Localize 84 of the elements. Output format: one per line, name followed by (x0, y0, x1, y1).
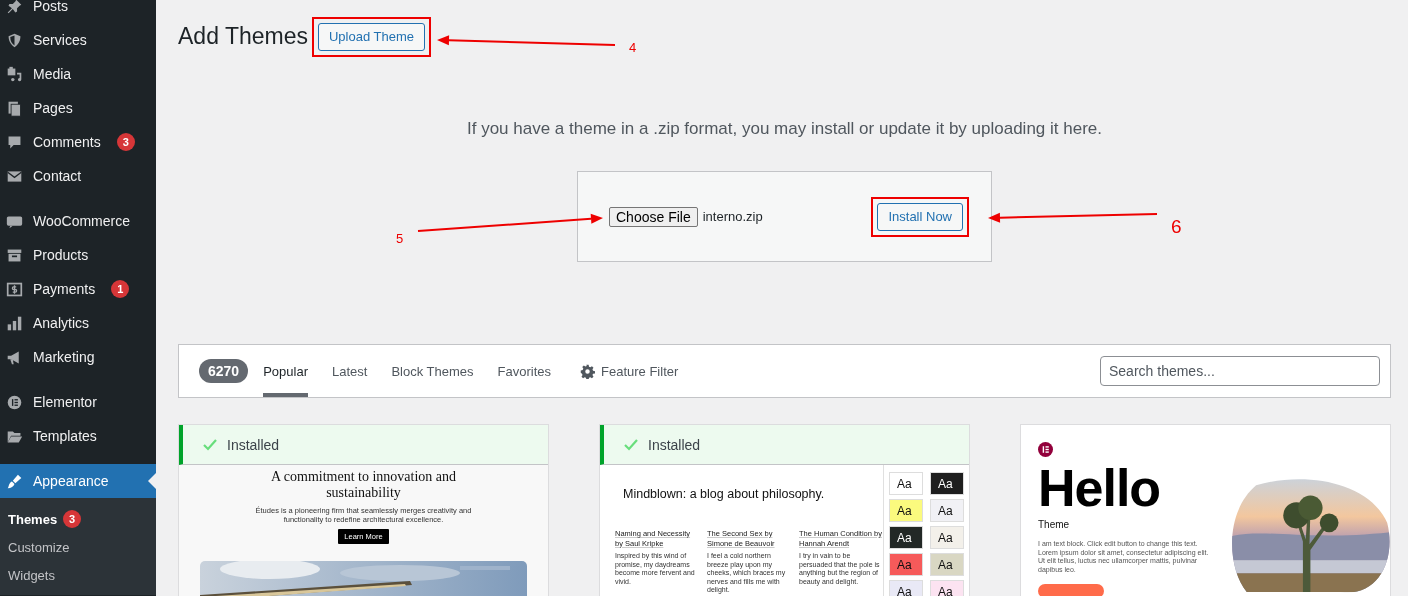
submenu-item[interactable]: Widgets (0, 561, 156, 589)
choose-file-button[interactable]: Choose File (609, 206, 698, 227)
sidebar-item[interactable]: Contact (0, 159, 156, 193)
sidebar-label: Comments (33, 134, 101, 150)
submenu-item[interactable]: Customize (0, 533, 156, 561)
preview-heading: Hello (1038, 465, 1162, 511)
count-badge: 3 (116, 133, 135, 151)
sidebar-item[interactable]: Elementor (0, 385, 156, 419)
sidebar-item[interactable]: Products (0, 238, 156, 272)
sidebar-label: Products (33, 247, 89, 263)
style-swatch: Aa (889, 553, 923, 576)
settings-icon (580, 363, 595, 379)
style-swatch: Aa (889, 472, 923, 495)
annotation-number: 6 (1171, 216, 1182, 237)
theme-count: 6270 (199, 359, 249, 383)
sidebar-item[interactable]: Media (0, 57, 156, 91)
style-swatch: Aa (889, 499, 923, 522)
sidebar-item[interactable]: Templates (0, 419, 156, 453)
elementor-icon (6, 393, 23, 411)
pages-icon (6, 99, 23, 117)
style-swatch: Aa (930, 580, 964, 596)
sidebar-item[interactable]: Comments 3 (0, 125, 156, 159)
page-title: Add Themes (178, 23, 308, 50)
sidebar-label: Appearance (33, 473, 109, 489)
search-field[interactable]: Search themes... (1100, 356, 1380, 386)
style-swatch: Aa (930, 499, 964, 522)
media-icon (6, 65, 23, 83)
preview-subtitle: Theme (1038, 519, 1071, 530)
sidebar-item[interactable]: Services (0, 23, 156, 57)
sidebar-item[interactable]: Payments 1 (0, 272, 156, 306)
style-swatch: Aa (930, 553, 964, 576)
filter-tab[interactable]: Block Themes (391, 345, 474, 397)
sidebar-label: Media (33, 66, 72, 82)
sidebar-label: Contact (33, 168, 82, 184)
upload-description: If you have a theme in a .zip format, you may install or update it by uploading it here. (466, 119, 1103, 139)
sidebar-item[interactable]: Marketing (0, 340, 156, 374)
sidebar-item[interactable]: Appearance (0, 464, 156, 498)
sidebar-label: Services (33, 32, 87, 48)
sidebar-item[interactable]: WooCommerce (0, 204, 156, 238)
submenu-label: Widgets (8, 567, 55, 583)
submenu-label: Customize (8, 539, 70, 555)
filter-tab[interactable]: Favorites (497, 345, 551, 397)
preview-heading: Mindblown: a blog about philosophy. (623, 487, 826, 501)
preview-heading: A commitment to innovation and sustainability (269, 469, 458, 501)
sidebar-label: Pages (33, 100, 73, 116)
installed-notice: Installed (179, 425, 548, 465)
upload-theme-button[interactable]: Upload Theme (318, 22, 426, 51)
current-page-pointer (148, 473, 156, 489)
sidebar-label: WooCommerce (33, 213, 130, 229)
style-swatch: Aa (930, 472, 964, 495)
elementor-logo-icon (1038, 442, 1053, 457)
file-name: interno.zip (702, 209, 763, 224)
installed-notice: Installed (600, 425, 969, 465)
feature-filter-link[interactable]: Feature Filter (580, 345, 679, 397)
style-swatch: Aa (889, 580, 923, 596)
count-badge: 1 (111, 280, 130, 298)
shield-icon (6, 31, 23, 49)
install-now-button[interactable]: Install Now (877, 202, 963, 231)
sidebar-label: Marketing (33, 349, 95, 365)
count-badge: 3 (63, 510, 82, 528)
dollar-icon (6, 280, 23, 298)
bar-chart-icon (6, 314, 23, 332)
check-icon (624, 437, 638, 452)
style-swatch: Aa (930, 526, 964, 549)
filter-tab[interactable]: Latest (331, 345, 368, 397)
sidebar-label: Elementor (33, 394, 97, 410)
submenu-item[interactable]: Themes 3 (0, 505, 156, 533)
sidebar-label: Analytics (33, 315, 90, 331)
sidebar-item[interactable]: Pages (0, 91, 156, 125)
check-icon (203, 437, 217, 452)
style-swatch: Aa (889, 526, 923, 549)
sidebar-item[interactable]: Posts (0, 0, 156, 23)
sidebar-label: Payments (33, 281, 96, 297)
sidebar-label: Templates (33, 428, 97, 444)
annotation-number: 5 (396, 231, 404, 246)
theme-card[interactable] (599, 424, 970, 596)
sidebar-item[interactable]: Analytics (0, 306, 156, 340)
pin-icon (6, 0, 23, 15)
submenu-label: Themes (8, 511, 58, 527)
filter-tab[interactable]: Popular (263, 345, 308, 397)
preview-button-shape (1038, 584, 1104, 596)
annotation-number: 4 (629, 40, 637, 55)
paintbrush-icon (6, 472, 23, 490)
sidebar-label: Posts (33, 0, 68, 14)
